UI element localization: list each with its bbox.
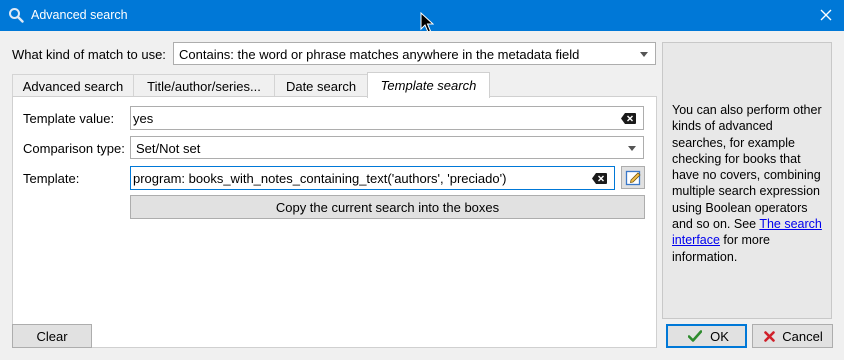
match-kind-select[interactable]: Contains: the word or phrase matches any… [173,42,656,65]
cancel-button[interactable]: Cancel [752,324,833,348]
search-icon [9,8,24,23]
edit-icon [625,170,641,186]
close-icon[interactable] [808,0,844,31]
tab-title-author-series[interactable]: Title/author/series... [133,74,275,97]
tab-advanced-search[interactable]: Advanced search [12,74,134,97]
clear-text-icon[interactable] [592,173,607,184]
comparison-type-label: Comparison type: [23,141,125,156]
tab-date-search[interactable]: Date search [274,74,368,97]
template-text: program: books_with_notes_containing_tex… [133,171,507,186]
tab-template-search[interactable]: Template search [367,72,490,98]
clear-text-icon[interactable] [621,113,636,124]
match-kind-label: What kind of match to use: [12,47,166,62]
template-label: Template: [23,171,80,186]
dialog-body: What kind of match to use: Contains: the… [0,31,844,360]
template-value-input[interactable]: yes [130,106,644,130]
template-input[interactable]: program: books_with_notes_containing_tex… [130,166,615,190]
comparison-type-select[interactable]: Set/Not set [130,136,644,159]
comparison-type-value: Set/Not set [136,141,201,156]
clear-button[interactable]: Clear [12,324,92,348]
chevron-down-icon [628,146,636,151]
template-search-panel: Template value: yes Comparison type: Set… [12,96,657,348]
edit-template-button[interactable] [621,166,645,189]
template-value-text: yes [133,111,154,126]
template-value-label: Template value: [23,111,115,126]
help-box: You can also perform other kinds of adva… [662,42,832,319]
match-kind-value: Contains: the word or phrase matches any… [179,47,580,62]
window-title: Advanced search [31,8,128,22]
chevron-down-icon [640,52,648,57]
help-text: You can also perform other kinds of adva… [672,103,822,264]
ok-button[interactable]: OK [666,324,747,348]
copy-search-button[interactable]: Copy the current search into the boxes [130,195,645,219]
